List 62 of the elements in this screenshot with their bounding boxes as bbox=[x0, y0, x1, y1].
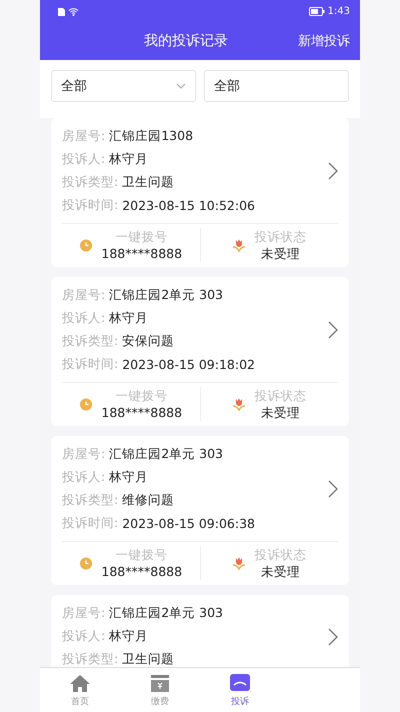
field-label: 房屋号: bbox=[62, 446, 106, 463]
wifi-icon bbox=[68, 6, 79, 16]
phone-number[interactable]: 188****8888 bbox=[101, 245, 182, 262]
sim-icon bbox=[58, 6, 65, 16]
field-value: 林守月 bbox=[109, 151, 148, 168]
tab[interactable]: 投诉 bbox=[200, 668, 280, 712]
flower-icon bbox=[232, 397, 246, 411]
field-value: 维修问题 bbox=[122, 492, 174, 509]
status-value: 未受理 bbox=[260, 563, 300, 580]
field-label: 投诉人: bbox=[62, 469, 106, 486]
field-value: 卫生问题 bbox=[122, 651, 174, 667]
status-label: 投诉状态 bbox=[254, 387, 306, 404]
phone-number[interactable]: 188****8888 bbox=[101, 563, 182, 580]
field-value: 汇锦庄园2单元 303 bbox=[109, 605, 224, 622]
field-label: 投诉人: bbox=[62, 628, 106, 645]
add-complaint-button[interactable]: 新增投诉 bbox=[292, 31, 360, 51]
dial-label: 一键拨号 bbox=[116, 387, 168, 404]
chevron-down-icon bbox=[176, 83, 186, 89]
filter-field[interactable]: 全部 bbox=[204, 70, 349, 102]
field-label: 房屋号: bbox=[62, 605, 106, 622]
field-value: 汇锦庄园2单元 303 bbox=[109, 446, 224, 463]
field-value: 2023-08-15 10:52:06 bbox=[122, 198, 255, 213]
filter-dropdown[interactable]: 全部 bbox=[51, 70, 196, 102]
page-title: 我的投诉记录 bbox=[143, 32, 229, 50]
phone-number[interactable]: 188****8888 bbox=[101, 404, 182, 421]
field-value: 林守月 bbox=[109, 469, 148, 486]
field-label: 投诉类型: bbox=[62, 174, 118, 191]
field-label: 投诉人: bbox=[62, 310, 106, 327]
status-value: 未受理 bbox=[260, 245, 300, 262]
flower-icon bbox=[232, 238, 246, 252]
dial-label: 一键拨号 bbox=[116, 546, 168, 563]
field-label: 投诉类型: bbox=[62, 333, 118, 350]
field-value: 2023-08-15 09:06:38 bbox=[122, 516, 255, 531]
chevron-right-icon[interactable] bbox=[328, 162, 338, 180]
flower-icon bbox=[232, 556, 246, 570]
status-time: 1:43 bbox=[328, 6, 350, 16]
status-value: 未受理 bbox=[260, 404, 300, 421]
field-value: 汇锦庄园2单元 303 bbox=[109, 287, 224, 304]
status-label: 投诉状态 bbox=[254, 546, 306, 563]
field-label: 投诉类型: bbox=[62, 651, 118, 667]
field-label: 投诉时间: bbox=[62, 356, 118, 373]
field-value: 2023-08-15 09:18:02 bbox=[122, 357, 255, 372]
field-value: 林守月 bbox=[109, 628, 148, 645]
field-label: 投诉时间: bbox=[62, 515, 118, 532]
chevron-right-icon[interactable] bbox=[328, 321, 338, 339]
battery-icon bbox=[308, 6, 325, 16]
dial-label: 一键拨号 bbox=[116, 228, 168, 245]
field-label: 投诉类型: bbox=[62, 492, 118, 509]
bill-icon bbox=[149, 672, 171, 692]
home-icon bbox=[69, 672, 91, 692]
status-label: 投诉状态 bbox=[254, 228, 306, 245]
field-label: 投诉人: bbox=[62, 151, 106, 168]
field-value: 汇锦庄园1308 bbox=[109, 128, 194, 145]
field-label: 房屋号: bbox=[62, 287, 106, 304]
field-label: 投诉时间: bbox=[62, 197, 118, 214]
chevron-right-icon[interactable] bbox=[328, 628, 338, 646]
field-value: 安保问题 bbox=[122, 333, 174, 350]
chevron-right-icon[interactable] bbox=[328, 480, 338, 498]
field-value: 林守月 bbox=[109, 310, 148, 327]
complaint-icon bbox=[229, 672, 251, 692]
field-value: 卫生问题 bbox=[122, 174, 174, 191]
field-label: 房屋号: bbox=[62, 128, 106, 145]
